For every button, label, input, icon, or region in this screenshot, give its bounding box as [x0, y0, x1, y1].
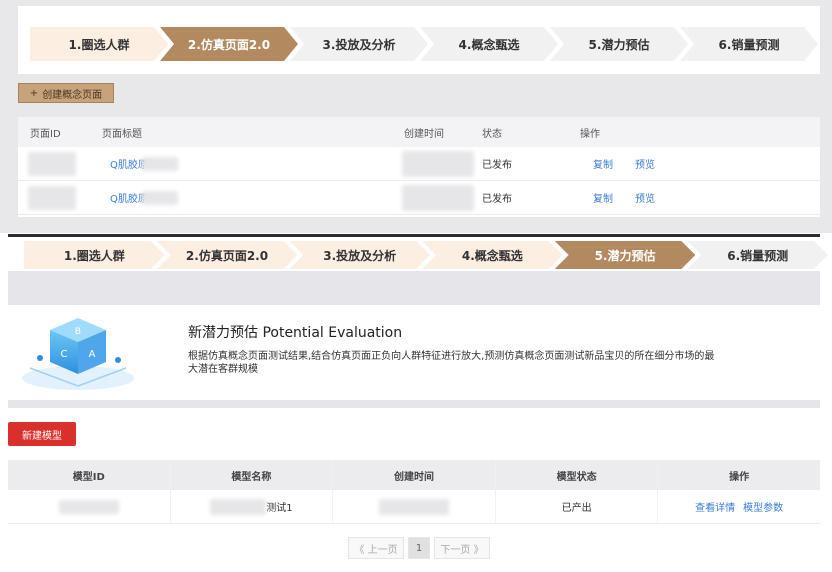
- actions-cell: 查看详情 模型参数: [658, 490, 820, 523]
- model-params-link[interactable]: 模型参数: [743, 499, 783, 514]
- bottom-step-4[interactable]: 4.概念甄选: [422, 241, 563, 269]
- copy-link[interactable]: 复制: [593, 156, 613, 171]
- table-row: Q肌胶原 已发布 复制 预览: [18, 181, 820, 215]
- header-status: 状态: [482, 128, 502, 140]
- next-page-button[interactable]: 下一页 》: [434, 537, 490, 559]
- model-name-suffix: 测试1: [266, 503, 293, 514]
- preview-link[interactable]: 预览: [635, 190, 655, 205]
- page-number-1[interactable]: 1: [408, 537, 430, 559]
- header-model-name: 模型名称: [171, 460, 334, 490]
- redacted-time: [402, 184, 474, 211]
- cube-letter-a: A: [89, 349, 96, 360]
- bottom-step-1[interactable]: 1.圈选人群: [24, 241, 165, 269]
- status-text: 已发布: [482, 194, 512, 205]
- bottom-step-6[interactable]: 6.销量预测: [687, 241, 828, 269]
- header-actions: 操作: [580, 128, 600, 140]
- create-concept-page-button[interactable]: + 创建概念页面: [18, 83, 114, 103]
- table-row: 测试1 已产出 查看详情 模型参数: [8, 490, 820, 524]
- header-model-status: 模型状态: [496, 460, 659, 490]
- top-step-1[interactable]: 1.圈选人群: [30, 27, 168, 61]
- models-table-header: 模型ID 模型名称 创建时间 模型状态 操作: [8, 460, 820, 490]
- redacted-title: [142, 156, 178, 171]
- top-step-2[interactable]: 2.仿真页面2.0: [160, 27, 298, 61]
- model-id-cell: [8, 490, 171, 523]
- header-page-id: 页面ID: [30, 128, 61, 140]
- abc-cube-illustration: B C A: [22, 318, 134, 390]
- bottom-step-3[interactable]: 3.投放及分析: [289, 241, 430, 269]
- cube-letter-b: B: [75, 327, 81, 337]
- redacted-name: [210, 498, 267, 515]
- redacted-time: [402, 150, 474, 177]
- new-model-button[interactable]: 新建模型: [8, 422, 76, 446]
- redacted-id: [28, 185, 76, 210]
- header-created-time: 创建时间: [333, 460, 496, 490]
- top-step-3[interactable]: 3.投放及分析: [290, 27, 428, 61]
- plus-icon: +: [29, 87, 39, 99]
- create-button-label: 创建概念页面: [42, 89, 103, 101]
- redacted-id: [28, 151, 76, 176]
- created-time-cell: [333, 490, 496, 523]
- bottom-step-progress: 1.圈选人群 2.仿真页面2.0 3.投放及分析 4.概念甄选 5.潜力预估 6…: [24, 241, 820, 269]
- redacted-title: [142, 190, 178, 205]
- top-step-6[interactable]: 6.销量预测: [680, 27, 818, 61]
- header-actions: 操作: [729, 471, 750, 483]
- table-header: 页面ID 页面标题 创建时间 状态 操作: [18, 117, 820, 147]
- bottom-step-2[interactable]: 2.仿真页面2.0: [157, 241, 298, 269]
- header-created-time: 创建时间: [404, 128, 444, 140]
- cube-letter-c: C: [61, 349, 68, 360]
- top-step-progress: 1.圈选人群 2.仿真页面2.0 3.投放及分析 4.概念甄选 5.潜力预估 6…: [30, 27, 810, 61]
- node-dot: [37, 355, 43, 361]
- view-details-link[interactable]: 查看详情: [695, 499, 735, 514]
- bottom-step-5[interactable]: 5.潜力预估: [555, 241, 696, 269]
- table-row: Q肌胶原 已发布 复制 预览: [18, 147, 820, 181]
- hero-bottom-spacer: [8, 400, 820, 408]
- status-text: 已发布: [482, 160, 512, 171]
- model-name-cell: 测试1: [171, 490, 334, 523]
- concept-pages-table: 页面ID 页面标题 创建时间 状态 操作 Q肌胶原 已发布 复制 预览 Q肌胶原…: [18, 117, 820, 217]
- node-dot: [115, 357, 121, 363]
- hero-title: 新潜力预估 Potential Evaluation: [188, 325, 403, 341]
- redacted-time: [378, 498, 449, 515]
- top-step-5[interactable]: 5.潜力预估: [550, 27, 688, 61]
- preview-link[interactable]: 预览: [635, 156, 655, 171]
- header-page-title: 页面标题: [102, 128, 142, 140]
- model-status-cell: 已产出: [496, 490, 659, 523]
- top-step-4[interactable]: 4.概念甄选: [420, 27, 558, 61]
- hero-description: 根据仿真概念页面测试结果,结合仿真页面正负向人群特征进行放大,预测仿真概念页面测…: [188, 351, 715, 375]
- prev-page-button[interactable]: 《 上一页: [348, 537, 404, 559]
- redacted-id: [58, 499, 119, 514]
- screenshot-root: 1.圈选人群 2.仿真页面2.0 3.投放及分析 4.概念甄选 5.潜力预估 6…: [0, 0, 832, 572]
- header-model-id: 模型ID: [8, 460, 171, 490]
- copy-link[interactable]: 复制: [593, 190, 613, 205]
- gray-spacer: [8, 271, 820, 305]
